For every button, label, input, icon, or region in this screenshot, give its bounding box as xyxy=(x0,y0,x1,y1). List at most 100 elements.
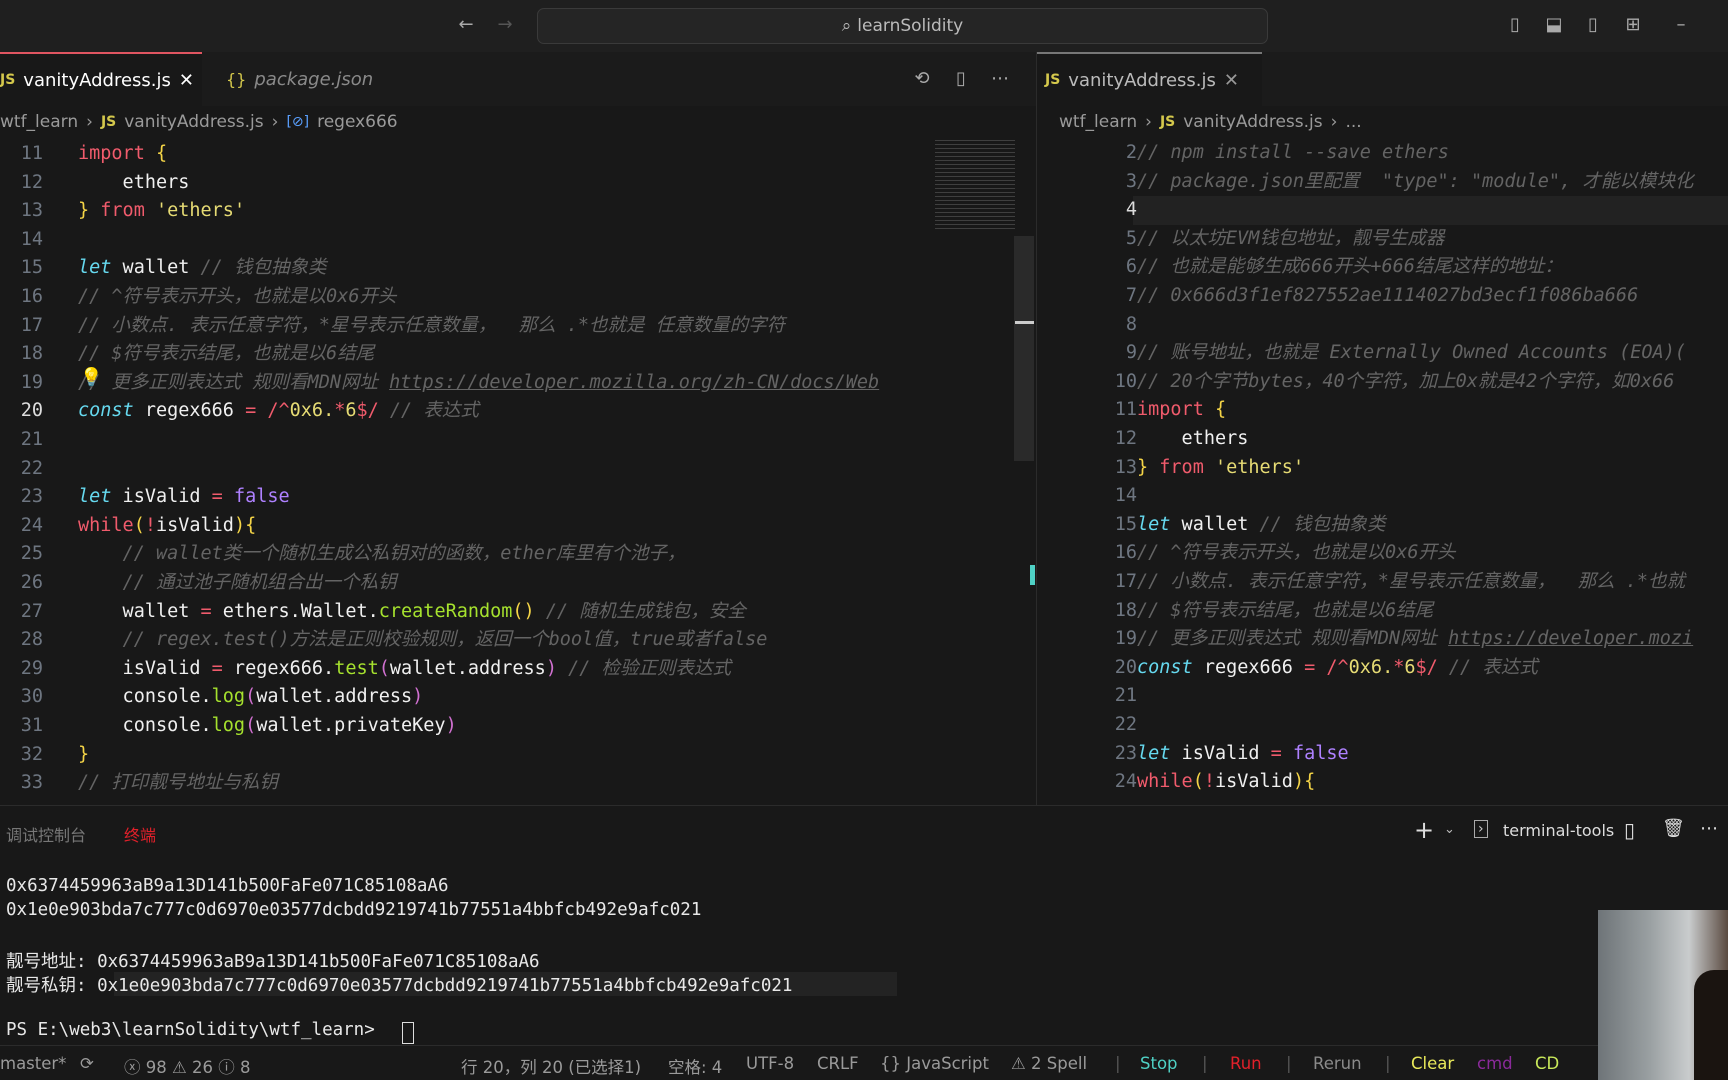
code-line[interactable]: 18// $符号表示结尾，也就是以6结尾 xyxy=(0,340,930,369)
code-line[interactable]: 30 console.log(wallet.address) xyxy=(0,683,930,712)
code-line[interactable]: 14 xyxy=(1037,482,1728,511)
minimize-icon[interactable]: – xyxy=(1670,14,1692,36)
more-icon[interactable]: ⋯ xyxy=(1700,818,1718,839)
code-line[interactable]: 23 let isValid = false xyxy=(1037,740,1728,769)
code-line[interactable]: 4 xyxy=(1126,196,1728,225)
breadcrumb-folder[interactable]: wtf_learn xyxy=(0,112,78,132)
code-line[interactable]: 19// 更多正则表达式 规则看MDN网址 https://developer.… xyxy=(1037,625,1728,654)
indentation[interactable]: 空格: 4 xyxy=(668,1054,722,1078)
breadcrumb-file[interactable]: vanityAddress.js xyxy=(124,112,263,132)
code-line[interactable]: 8 xyxy=(1037,311,1728,340)
code-line[interactable]: 13} from 'ethers' xyxy=(1037,454,1728,483)
code-line[interactable]: 13} from 'ethers' xyxy=(0,197,930,226)
code-line[interactable]: 20 const regex666 = /^0x6.*6$/ // 表达式 xyxy=(1037,654,1728,683)
code-line[interactable]: 26 // 通过池子随机组合出一个私钥 xyxy=(0,569,930,598)
lightbulb-icon[interactable]: 💡 xyxy=(80,367,102,388)
stop-button[interactable]: Stop xyxy=(1140,1054,1178,1073)
rerun-button[interactable]: Rerun xyxy=(1313,1054,1362,1073)
code-line[interactable]: 2// npm install --save ethers xyxy=(1037,139,1728,168)
close-icon[interactable]: ✕ xyxy=(1224,70,1239,91)
code-line[interactable]: 7// 0x666d3f1ef827552ae1114027bd3ecf1f08… xyxy=(1037,282,1728,311)
cmd-button[interactable]: cmd xyxy=(1477,1054,1513,1073)
code-line[interactable]: 14 xyxy=(0,226,930,255)
right-code-editor[interactable]: 2// npm install --save ethers 3// package… xyxy=(1037,139,1728,803)
customize-layout-icon[interactable]: ⊞ xyxy=(1622,14,1644,36)
encoding[interactable]: UTF-8 xyxy=(746,1054,794,1073)
code-line[interactable]: 12 ethers xyxy=(0,169,930,198)
sync-icon[interactable]: ⟳ xyxy=(80,1054,94,1073)
code-line[interactable]: 27 wallet = ethers.Wallet.createRandom()… xyxy=(0,598,930,627)
breadcrumb-symbol[interactable]: regex666 xyxy=(317,112,398,132)
code-line[interactable]: 28 // regex.test()方法是正则校验规则，返回一个bool值，tr… xyxy=(0,626,930,655)
toggle-secondary-sidebar-icon[interactable]: ▯ xyxy=(1582,14,1604,36)
line-ending[interactable]: CRLF xyxy=(817,1054,859,1073)
code-line[interactable]: 9// 账号地址，也就是 Externally Owned Accounts (… xyxy=(1037,339,1728,368)
close-icon[interactable]: ✕ xyxy=(179,70,194,91)
code-line[interactable]: 31 console.log(wallet.privateKey) xyxy=(0,712,930,741)
spell-check[interactable]: ⚠ 2 Spell xyxy=(1011,1054,1087,1073)
code-line[interactable]: 16// ^符号表示开头，也就是以0x6开头 xyxy=(1037,539,1728,568)
code-line[interactable]: 22 xyxy=(1037,711,1728,740)
token-lk[interactable]: https://developer.mozilla.org/zh-CN/docs… xyxy=(389,372,879,393)
code-line[interactable]: 6// 也就是能够生成666开头+666结尾这样的地址： xyxy=(1037,253,1728,282)
breadcrumb-file[interactable]: vanityAddress.js xyxy=(1183,112,1322,132)
run-button[interactable]: Run xyxy=(1230,1054,1262,1073)
code-line[interactable]: 29 isValid = regex666.test(wallet.addres… xyxy=(0,655,930,684)
more-icon[interactable]: ⋯ xyxy=(989,68,1011,90)
breadcrumb-more[interactable]: ... xyxy=(1345,112,1361,132)
code-line[interactable]: 15 let wallet // 钱包抽象类 xyxy=(0,254,930,283)
toggle-primary-sidebar-icon[interactable]: ▯ xyxy=(1504,14,1526,36)
code-line[interactable]: 5// 以太坊EVM钱包地址，靓号生成器 xyxy=(1037,225,1728,254)
split-terminal-icon[interactable]: ▯ xyxy=(1624,818,1635,842)
arrow-left-icon[interactable]: ← xyxy=(455,14,477,36)
code-line[interactable]: 33 // 打印靓号地址与私钥 xyxy=(0,769,930,798)
trash-icon[interactable]: 🗑 xyxy=(1662,818,1685,839)
code-line[interactable]: 23 let isValid = false xyxy=(0,483,930,512)
code-line[interactable]: 11 import { xyxy=(0,140,930,169)
timeline-icon[interactable]: ⟲ xyxy=(911,68,933,90)
token-br: ){ xyxy=(1292,771,1316,793)
code-line[interactable]: 17// 小数点. 表示任意字符，*星号表示任意数量， 那么 .*也就 xyxy=(1037,568,1728,597)
left-code-editor[interactable]: 11 import {12 ethers 13} from 'ethers' 14 15… xyxy=(0,140,930,803)
code-line[interactable]: 3// package.json里配置 "type": "module", 才能… xyxy=(1037,168,1728,197)
code-line[interactable]: 10// 20个字节bytes，40个字符，加上0x就是42个字符，如0x66 xyxy=(1037,368,1728,397)
cd-button[interactable]: CD xyxy=(1535,1054,1559,1073)
terminal-name[interactable]: terminal-tools xyxy=(1503,821,1614,840)
code-line[interactable]: 24 while(!isValid){ xyxy=(1037,768,1728,797)
split-editor-icon[interactable]: ▯ xyxy=(950,68,972,90)
arrow-right-icon[interactable]: → xyxy=(494,14,516,36)
command-center-search[interactable]: ⌕ learnSolidity xyxy=(537,8,1268,44)
code-line[interactable]: 11 import { xyxy=(1037,396,1728,425)
problems-indicator[interactable]: ⓧ 98 ⚠ 26 ⓘ 8 xyxy=(124,1054,251,1078)
code-line[interactable]: 17 // 小数点. 表示任意字符，*星号表示任意数量， 那么 .*也就是 任意数… xyxy=(0,312,930,341)
code-line[interactable]: 21 xyxy=(0,426,930,455)
cursor-position[interactable]: 行 20，列 20 (已选择1) xyxy=(461,1054,641,1078)
tab-vanityaddress-js-right[interactable]: JS vanityAddress.js ✕ xyxy=(1037,52,1262,106)
token-lk[interactable]: https://developer.mozi xyxy=(1448,628,1693,649)
tab-terminal[interactable]: 终端 xyxy=(124,822,156,846)
code-line[interactable]: 32} xyxy=(0,741,930,770)
code-line[interactable]: 21 xyxy=(1037,682,1728,711)
code-line[interactable]: 20 const regex666 = /^0x6.*6$/ // 表达式 xyxy=(0,397,930,426)
tab-package-json[interactable]: {} package.json xyxy=(218,52,381,106)
chevron-down-icon[interactable]: ⌄ xyxy=(1444,822,1455,837)
code-line[interactable]: 18// $符号表示结尾，也就是以6结尾 xyxy=(1037,597,1728,626)
code-line[interactable]: 12 ethers xyxy=(1037,425,1728,454)
code-line[interactable]: 22 xyxy=(0,455,930,484)
minimap[interactable] xyxy=(935,140,1015,230)
code-line[interactable]: 25 // wallet类一个随机生成公私钥对的函数，ether库里有个池子， xyxy=(0,540,930,569)
language-mode[interactable]: {} JavaScript xyxy=(880,1054,989,1073)
token-cm: // 20个字节bytes，40个字符，加上0x就是42个字符，如0x66 xyxy=(1137,370,1675,392)
code-line[interactable]: 19// 更多正则表达式 规则看MDN网址 https://developer.… xyxy=(0,369,930,398)
tab-vanityaddress-js[interactable]: JS vanityAddress.js ✕ xyxy=(0,52,202,106)
tab-debug-console[interactable]: 调试控制台 xyxy=(6,822,86,846)
new-terminal-icon[interactable]: + xyxy=(1414,816,1434,844)
toggle-panel-icon[interactable]: ⬓ xyxy=(1543,14,1565,36)
code-line[interactable]: 15 let wallet // 钱包抽象类 xyxy=(1037,511,1728,540)
code-line[interactable]: 16// ^符号表示开头，也就是以0x6开头 xyxy=(0,283,930,312)
breadcrumb-folder[interactable]: wtf_learn xyxy=(1059,112,1137,132)
git-branch[interactable]: master* xyxy=(0,1054,66,1073)
code-line[interactable]: 24 while(!isValid){ xyxy=(0,512,930,541)
scrollbar-thumb[interactable] xyxy=(1014,236,1034,461)
clear-button[interactable]: Clear xyxy=(1411,1054,1454,1073)
